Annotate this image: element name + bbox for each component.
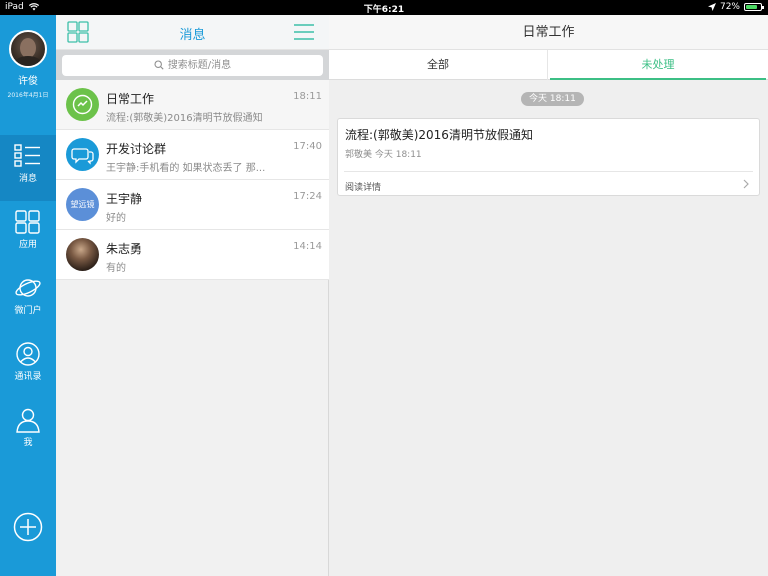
conversation-name: 日常工作: [106, 92, 155, 106]
conversation-time: 14:14: [293, 241, 322, 252]
battery-icon: [744, 3, 764, 11]
conversation-row[interactable]: 开发讨论群 17:40 王宇静:手机看的 如果状态丢了 那...: [56, 130, 329, 180]
conversation-row[interactable]: 日常工作 18:11 流程:(郭敬美)2016清明节放假通知: [56, 80, 329, 130]
nav-label-me: 我: [23, 438, 33, 448]
nav-item-messages[interactable]: 消息: [0, 135, 56, 201]
tab-all[interactable]: 全部: [329, 50, 548, 80]
nav-item-contacts[interactable]: 通讯录: [0, 333, 56, 399]
conversation-header: 消息: [56, 15, 329, 50]
status-bar: iPad 下午6:21 72%: [0, 0, 768, 15]
photo-avatar: [66, 238, 99, 271]
profile[interactable]: 许俊 2016年4月1日: [0, 15, 56, 135]
time-pill: 今天 18:11: [521, 92, 584, 106]
person-icon: [16, 408, 40, 433]
apps-grid-icon: [15, 210, 40, 234]
conversation-preview: 王宇静:手机看的 如果状态丢了 那...: [106, 163, 266, 174]
message-list-icon: [14, 144, 40, 167]
card-divider: [344, 171, 753, 172]
contact-icon: [16, 342, 40, 366]
page-title: 消息: [179, 28, 206, 43]
tab-unprocessed[interactable]: 未处理: [550, 50, 766, 80]
nav-label-messages: 消息: [18, 174, 37, 184]
search-icon: [154, 60, 164, 70]
conversation-time: 17:40: [293, 141, 322, 152]
search-input[interactable]: 搜索标题/消息: [62, 55, 323, 76]
workflow-icon: [66, 88, 99, 121]
add-button[interactable]: [13, 512, 43, 542]
profile-date: 2016年4月1日: [7, 92, 49, 99]
nav-item-portal[interactable]: 微门户: [0, 267, 56, 333]
location-arrow-icon: [707, 3, 716, 11]
avatar: 望远镜: [66, 188, 99, 221]
nav-rail: 许俊 2016年4月1日 消息 应用 微门户 通讯录 我: [0, 15, 56, 576]
conversation-preview: 好的: [106, 213, 126, 224]
conversation-preview: 有的: [106, 263, 126, 274]
nav-label-apps: 应用: [18, 240, 37, 250]
read-details-link[interactable]: 阅读详情: [345, 180, 381, 193]
search-bar: 搜索标题/消息: [56, 50, 329, 80]
conversation-name: 开发讨论群: [106, 142, 167, 156]
avatar[interactable]: [9, 30, 47, 68]
detail-title: 日常工作: [329, 15, 768, 50]
conversation-preview: 流程:(郭敬美)2016清明节放假通知: [106, 113, 263, 124]
nav-label-contacts: 通讯录: [14, 372, 42, 382]
conversation-name: 朱志勇: [106, 242, 143, 256]
menu-icon[interactable]: [293, 23, 315, 41]
conversation-row[interactable]: 望远镜 王宇静 17:24 好的: [56, 180, 329, 230]
nav-item-apps[interactable]: 应用: [0, 201, 56, 267]
conversation-time: 17:24: [293, 191, 322, 202]
conversation-time: 18:11: [293, 91, 322, 102]
profile-name: 许俊: [18, 76, 38, 87]
message-card[interactable]: 流程:(郭敬美)2016清明节放假通知 郭敬美 今天 18:11 阅读详情: [337, 118, 760, 196]
group-chat-icon: [66, 138, 99, 171]
conversation-name: 王宇静: [106, 192, 143, 206]
nav-item-me[interactable]: 我: [0, 399, 56, 465]
planet-icon: [15, 279, 41, 297]
chevron-right-icon[interactable]: [743, 179, 749, 189]
conversation-list: 日常工作 18:11 流程:(郭敬美)2016清明节放假通知 开发讨论群 17:…: [56, 80, 329, 280]
conversation-panel: 消息 搜索标题/消息 日常工作 18:11 流程:(郭敬美)2016清明节放假通…: [56, 15, 329, 576]
detail-panel: 日常工作 全部 未处理 今天 18:11 流程:(郭敬美)2016清明节放假通知…: [329, 15, 768, 576]
nav-label-portal: 微门户: [14, 306, 42, 316]
card-title: 流程:(郭敬美)2016清明节放假通知: [345, 128, 533, 142]
avatar-text: 望远镜: [70, 200, 95, 209]
conversation-row[interactable]: 朱志勇 14:14 有的: [56, 230, 329, 280]
battery-percent: 72%: [719, 2, 740, 12]
clock: 下午6:21: [363, 5, 405, 15]
search-placeholder: 搜索标题/消息: [167, 60, 232, 71]
card-meta: 郭敬美 今天 18:11: [345, 150, 422, 160]
tab-bar: 全部 未处理: [329, 50, 768, 80]
